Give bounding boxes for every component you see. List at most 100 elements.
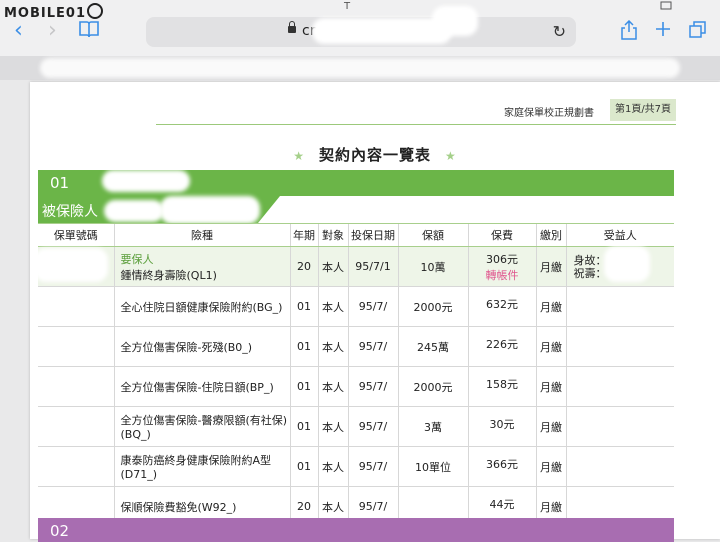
insured-label: 被保險人 — [42, 204, 98, 220]
fee-value: 30元 — [489, 417, 515, 431]
redaction — [40, 58, 680, 78]
table-row: 全方位傷害保險-住院日額(BP_) 01 本人 95/7/ 2000元 158元… — [38, 366, 674, 407]
watermark-icon — [87, 3, 103, 19]
column-header: 保額 — [397, 223, 468, 247]
tabs-icon[interactable] — [688, 20, 708, 40]
redaction — [160, 196, 260, 224]
target-cell: 本人 — [317, 366, 348, 407]
term-cell: 20 — [289, 246, 318, 287]
header-rule — [156, 124, 676, 125]
new-tab-icon[interactable] — [654, 20, 672, 38]
table-row: 全心住院日額健康保險附約(BG_) 01 本人 95/7/ 2000元 632元… — [38, 286, 674, 327]
pay-cell: 月繳 — [535, 326, 566, 367]
back-button[interactable]: ‹ — [14, 20, 23, 42]
fee-value: 366元 — [486, 457, 518, 471]
amount-cell: 2000元 — [397, 286, 468, 327]
plan-name-cell: 要保人 鍾情終身壽險(QL1) — [113, 246, 290, 287]
battery-icon — [660, 1, 672, 10]
target-cell: 本人 — [317, 286, 348, 327]
fee-cell: 30元 — [467, 406, 536, 447]
section-header: 02 — [38, 518, 674, 542]
column-header: 投保日期 — [347, 223, 398, 247]
status-bar-text: T — [344, 1, 351, 12]
date-cell: 95/7/ — [347, 406, 398, 447]
amount-cell: 10萬 — [397, 246, 468, 287]
table-row: 要保人 鍾情終身壽險(QL1) 20 本人 95/7/1 10萬 306元 轉帳… — [38, 246, 674, 287]
plan-name: 全方位傷害保險-死殘(B0_) — [113, 326, 290, 367]
term-cell: 01 — [289, 366, 318, 407]
amount-cell: 3萬 — [397, 406, 468, 447]
fee-value: 44元 — [489, 497, 515, 511]
table-row: 全方位傷害保險-醫療限額(有社保)(BQ_) 01 本人 95/7/ 3萬 30… — [38, 406, 674, 447]
pay-cell: 月繳 — [535, 366, 566, 407]
column-header: 年期 — [289, 223, 318, 247]
column-header: 保單號碼 — [38, 223, 114, 247]
policy-table: 保單號碼 險種 年期 對象 投保日期 保額 保費 繳別 受益人 要保人 鍾情終身… — [38, 223, 674, 527]
fee-cell: 158元 — [467, 366, 536, 407]
fee-value: 632元 — [486, 297, 518, 311]
reload-icon[interactable]: ↻ — [553, 22, 566, 41]
policyholder-label: 要保人 — [120, 252, 154, 266]
plan-name: 康泰防癌終身健康保險附約A型(D71_) — [113, 446, 290, 487]
fee-value: 306元 — [486, 252, 518, 266]
column-header: 險種 — [113, 223, 290, 247]
plan-name: 全方位傷害保險-醫療限額(有社保)(BQ_) — [113, 406, 290, 447]
column-header: 繳別 — [535, 223, 566, 247]
plan-name: 全方位傷害保險-住院日額(BP_) — [113, 366, 290, 407]
table-header-row: 保單號碼 險種 年期 對象 投保日期 保額 保費 繳別 受益人 — [38, 223, 674, 247]
redaction — [104, 200, 164, 222]
fee-cell: 366元 — [467, 446, 536, 487]
fee-value: 226元 — [486, 337, 518, 351]
date-cell: 95/7/ — [347, 366, 398, 407]
redaction — [102, 170, 190, 192]
target-cell: 本人 — [317, 446, 348, 487]
table-row: 康泰防癌終身健康保險附約A型(D71_) 01 本人 95/7/ 10單位 36… — [38, 446, 674, 487]
term-cell: 01 — [289, 286, 318, 327]
column-header: 受益人 — [565, 223, 674, 247]
pay-cell: 月繳 — [535, 406, 566, 447]
star-icon: ★ — [445, 149, 457, 163]
share-icon[interactable] — [620, 20, 638, 40]
document-name: 家庭保單校正規劃書 — [504, 108, 594, 119]
redaction — [604, 246, 650, 282]
column-header: 保費 — [467, 223, 536, 247]
section-number: 01 — [50, 174, 70, 192]
date-cell: 95/7/ — [347, 286, 398, 327]
document-title: ★ 契約內容一覽表 ★ — [293, 146, 457, 164]
fee-cell: 226元 — [467, 326, 536, 367]
column-header: 對象 — [317, 223, 348, 247]
target-cell: 本人 — [317, 326, 348, 367]
amount-cell: 2000元 — [397, 366, 468, 407]
date-cell: 95/7/ — [347, 326, 398, 367]
pay-cell: 月繳 — [535, 446, 566, 487]
target-cell: 本人 — [317, 246, 348, 287]
table-row: 全方位傷害保險-死殘(B0_) 01 本人 95/7/ 245萬 226元 月繳 — [38, 326, 674, 367]
redaction — [34, 248, 108, 282]
fee-note: 轉帳件 — [485, 268, 519, 282]
fee-cell: 632元 — [467, 286, 536, 327]
star-icon: ★ — [293, 149, 305, 163]
plan-name: 全心住院日額健康保險附約(BG_) — [113, 286, 290, 327]
term-cell: 01 — [289, 406, 318, 447]
target-cell: 本人 — [317, 406, 348, 447]
amount-cell: 10單位 — [397, 446, 468, 487]
plan-name: 鍾情終身壽險(QL1) — [120, 268, 217, 282]
term-cell: 01 — [289, 446, 318, 487]
lock-icon — [288, 21, 296, 33]
document-page: 家庭保單校正規劃書 第1頁/共7頁 ★ 契約內容一覽表 ★ 01 被保險人 保單號碼… — [30, 82, 720, 542]
forward-button[interactable]: › — [48, 20, 57, 42]
section-number: 02 — [50, 522, 70, 540]
browser-chrome: MOBILE01 T ‹ › cr ↻ — [0, 0, 720, 80]
pay-cell: 月繳 — [535, 286, 566, 327]
fee-value: 158元 — [486, 377, 518, 391]
amount-cell: 245萬 — [397, 326, 468, 367]
bookmarks-icon[interactable] — [78, 20, 100, 38]
redaction — [432, 6, 478, 36]
date-cell: 95/7/1 — [347, 246, 398, 287]
term-cell: 01 — [289, 326, 318, 367]
fee-cell: 306元 轉帳件 — [467, 246, 536, 287]
redaction — [312, 18, 452, 44]
pay-cell: 月繳 — [535, 246, 566, 287]
page-indicator: 第1頁/共7頁 — [610, 99, 676, 121]
date-cell: 95/7/ — [347, 446, 398, 487]
